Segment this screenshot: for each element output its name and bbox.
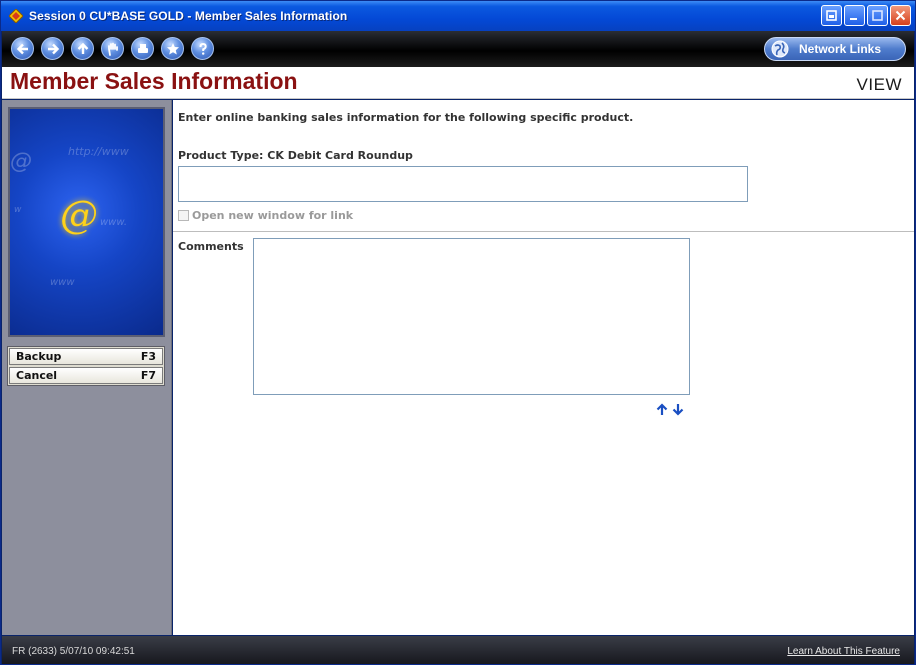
network-links-label: Network Links [799,42,882,56]
main-content: Enter online banking sales information f… [173,100,914,635]
printer-icon [137,43,148,53]
tile-icon [826,10,837,21]
page-header: Member Sales Information VIEW [2,67,914,99]
hand-stop-icon [107,42,118,56]
page-title: Member Sales Information [10,68,298,94]
title-bar[interactable]: Session 0 CU*BASE GOLD - Member Sales In… [1,1,915,31]
cancel-button[interactable]: Cancel F7 [9,367,163,384]
print-button[interactable] [131,37,154,60]
cancel-label: Cancel [16,369,58,382]
mode-indicator: VIEW [856,75,902,94]
network-links-button[interactable]: Network Links [764,37,906,61]
left-panel: http://www @ w www. www @ Backup F3 Canc… [2,100,172,635]
close-button[interactable] [890,5,911,26]
at-sign-icon: @ [60,193,98,237]
navigation-toolbar: Network Links [2,31,914,67]
forward-button[interactable] [41,37,64,60]
open-new-window-row[interactable]: Open new window for link [178,209,353,222]
minimize-icon [850,18,857,20]
app-icon [9,9,23,23]
link-input[interactable] [178,166,748,202]
backup-label: Backup [16,350,62,363]
maximize-icon [872,10,883,21]
window-controls [821,5,911,26]
up-arrow-icon [77,42,88,54]
forward-arrow-icon [47,43,59,54]
maximize-button[interactable] [867,5,888,26]
question-mark-icon [199,42,207,55]
instruction-text: Enter online banking sales information f… [178,111,634,124]
product-type-label: Product Type: CK Debit Card Roundup [178,149,413,162]
star-icon [166,42,179,54]
section-divider [173,231,914,232]
window-title: Session 0 CU*BASE GOLD - Member Sales In… [29,9,348,23]
favorites-button[interactable] [161,37,184,60]
backup-key: F3 [140,350,156,363]
back-button[interactable] [11,37,34,60]
application-window: Session 0 CU*BASE GOLD - Member Sales In… [0,0,916,665]
comments-label: Comments [178,240,244,253]
comments-textarea[interactable] [253,238,690,395]
back-arrow-icon [16,43,28,54]
up-button[interactable] [71,37,94,60]
learn-about-feature-link[interactable]: Learn About This Feature [787,646,900,657]
open-new-window-label: Open new window for link [192,209,354,222]
scroll-arrows [656,403,684,416]
scroll-up-arrow-icon[interactable] [656,403,668,416]
online-banking-image: http://www @ w www. www @ [8,107,165,337]
minimize-button[interactable] [844,5,865,26]
open-new-window-checkbox[interactable] [178,210,189,221]
backup-button[interactable]: Backup F3 [9,348,163,365]
globe-icon [771,40,789,58]
cancel-key: F7 [140,369,156,382]
scroll-down-arrow-icon[interactable] [672,403,684,416]
function-key-panel: Backup F3 Cancel F7 [7,346,165,386]
restore-extra-button[interactable] [821,5,842,26]
close-icon [895,10,906,21]
status-bar: FR (2633) 5/07/10 09:42:51 Learn About T… [2,636,914,664]
status-text: FR (2633) 5/07/10 09:42:51 [12,646,135,657]
help-button[interactable] [191,37,214,60]
stop-button[interactable] [101,37,124,60]
